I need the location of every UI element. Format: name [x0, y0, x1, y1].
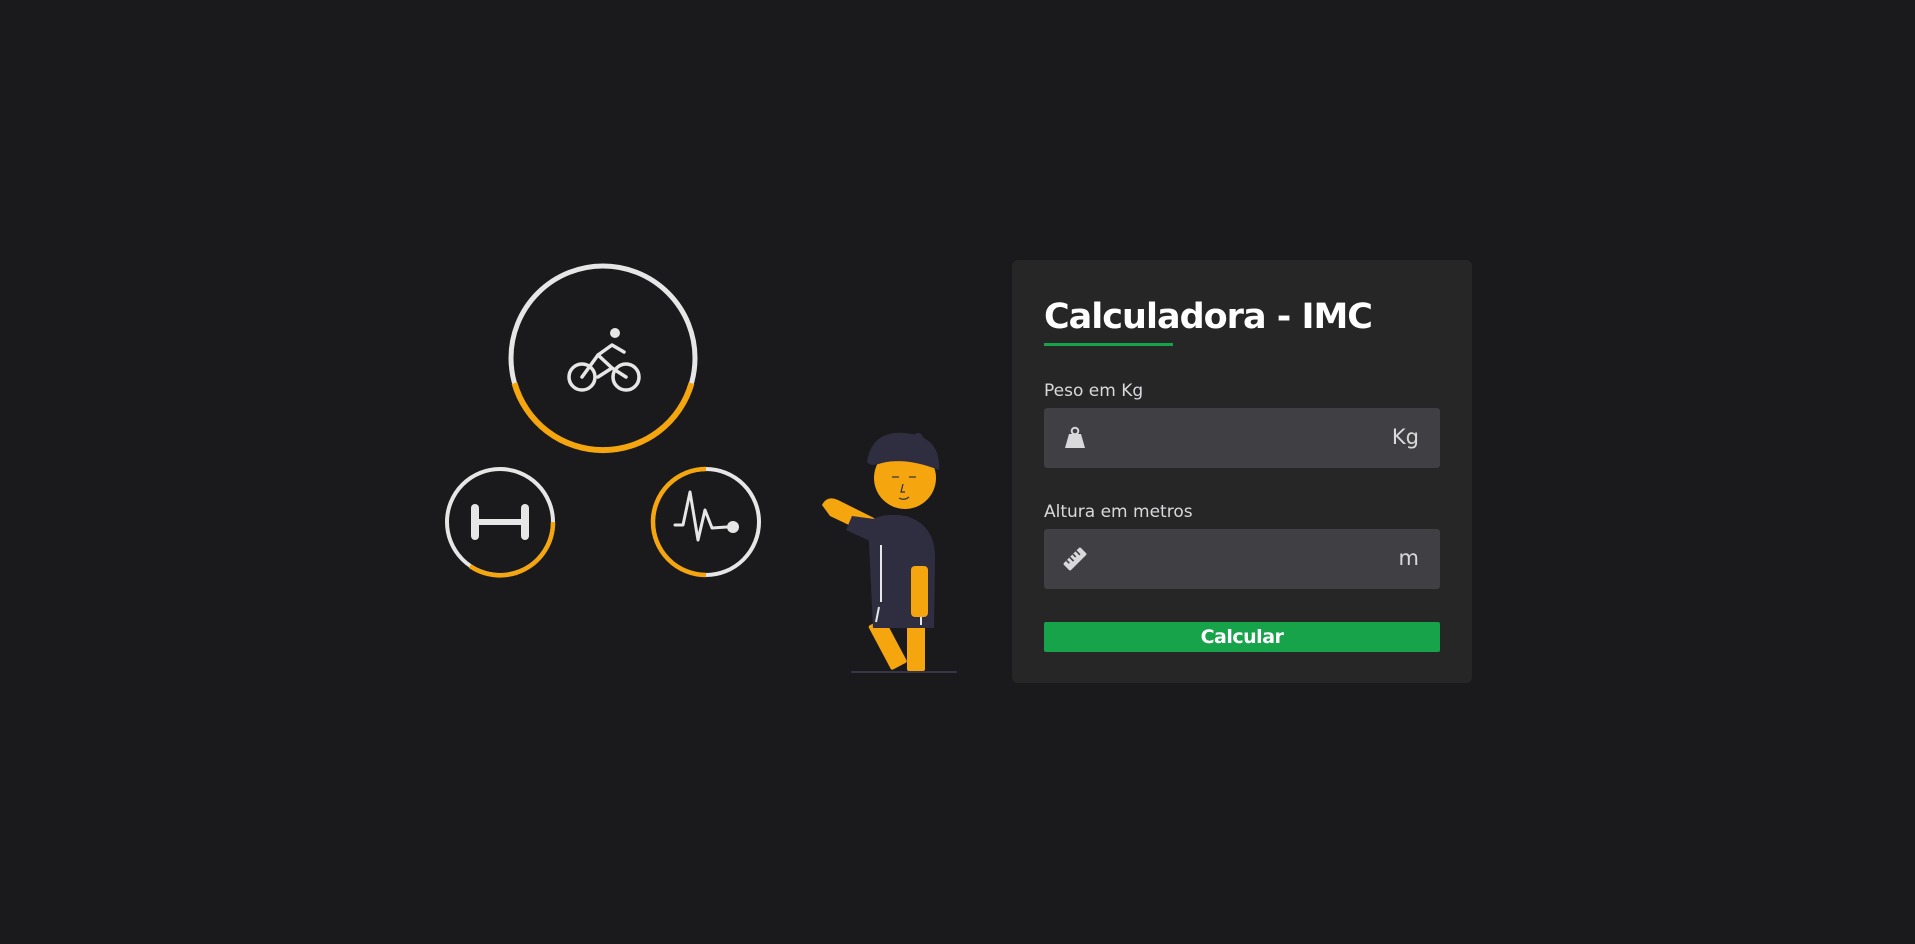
fitness-illustration [445, 263, 957, 673]
calculate-button[interactable]: Calcular [1044, 622, 1440, 652]
title-underline [1044, 343, 1173, 346]
weight-icon [1065, 426, 1085, 448]
bicycle-ring [508, 263, 698, 454]
dumbbell-ring [445, 467, 556, 578]
bmi-calculator-card: Calculadora - IMC Peso em Kg Kg Altura e… [1012, 260, 1472, 683]
person-figure [822, 432, 957, 673]
weight-label: Peso em Kg [1044, 381, 1144, 401]
height-input[interactable] [1102, 529, 1362, 589]
dumbbell-icon [471, 504, 529, 540]
weight-unit: Kg [1391, 425, 1419, 449]
bicycle-icon [567, 328, 641, 392]
weight-field: Kg [1044, 408, 1440, 468]
heartbeat-icon [673, 490, 739, 542]
heartbeat-ring [650, 466, 761, 578]
height-field: m [1044, 529, 1440, 589]
height-unit: m [1398, 546, 1419, 570]
height-label: Altura em metros [1044, 502, 1193, 522]
ruler-icon [1063, 547, 1087, 571]
page-title: Calculadora - IMC [1044, 297, 1373, 337]
weight-input[interactable] [1102, 408, 1362, 468]
